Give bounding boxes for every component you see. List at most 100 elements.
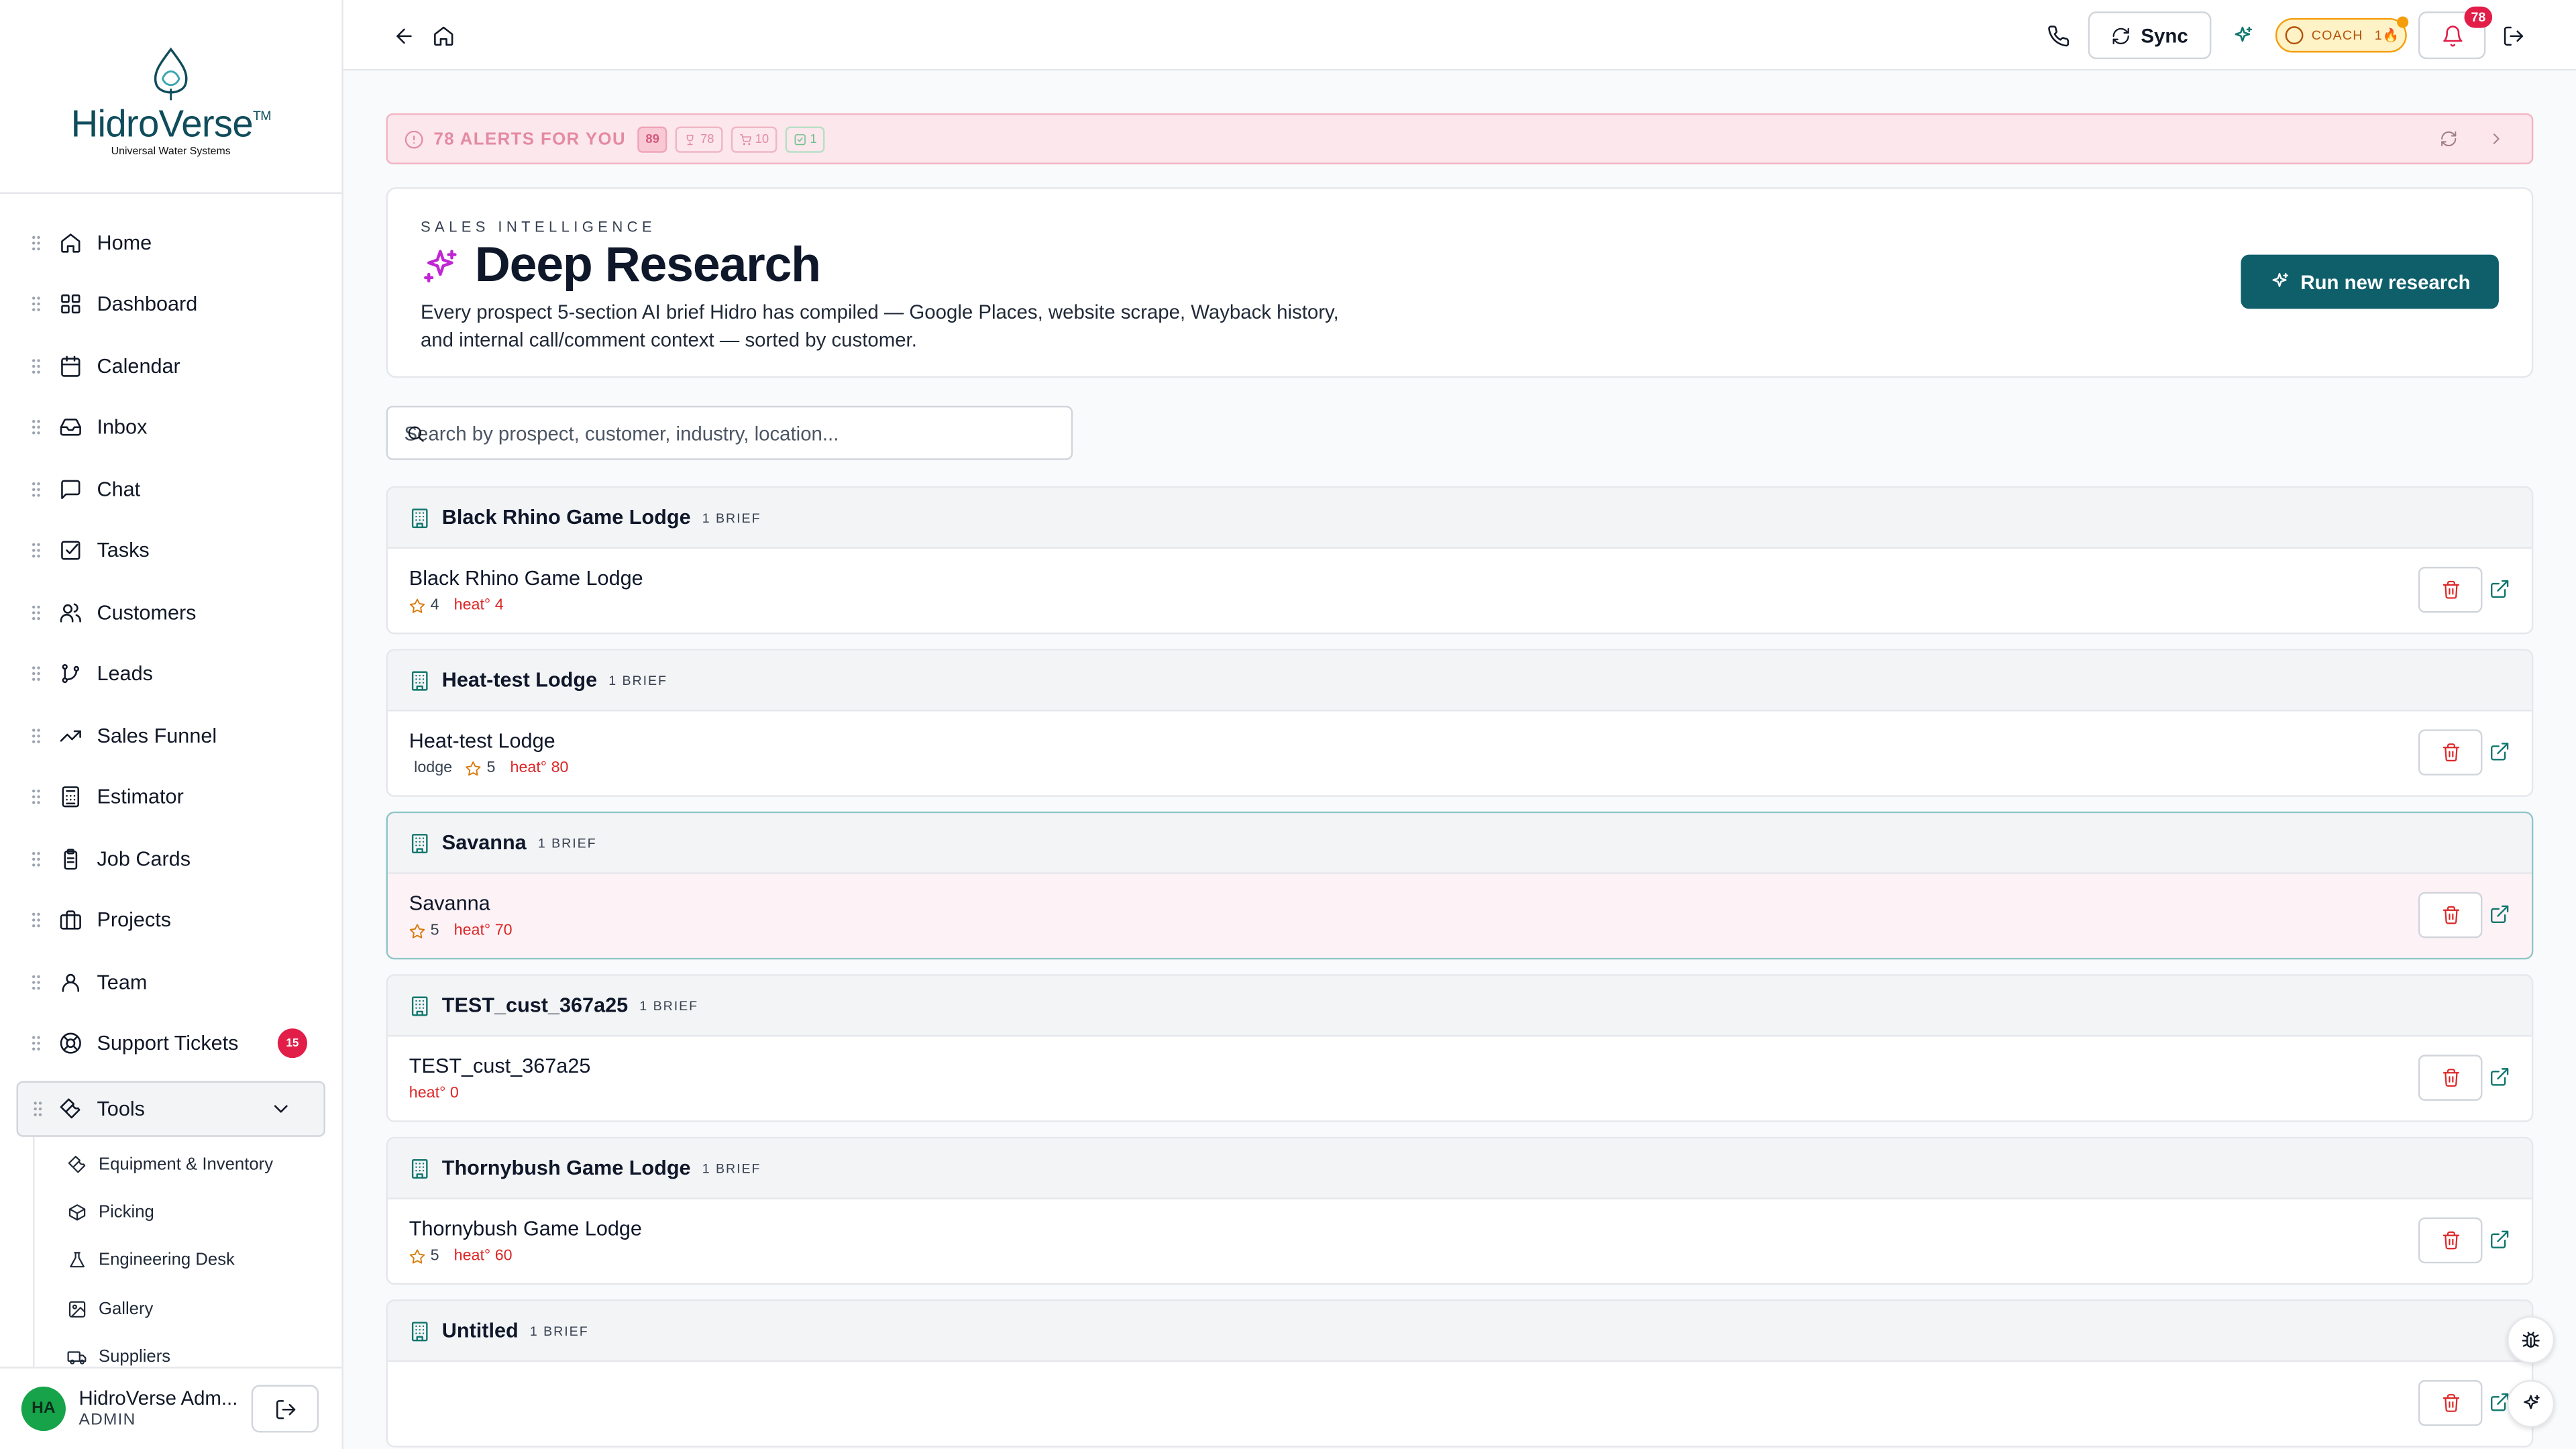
run-new-research-label: Run new research — [2300, 270, 2471, 294]
drag-handle-icon[interactable] — [33, 1101, 43, 1117]
avatar[interactable]: HA — [21, 1386, 66, 1432]
open-brief-link[interactable] — [2489, 578, 2510, 600]
open-brief-link[interactable] — [2489, 1066, 2510, 1087]
open-brief-link[interactable] — [2489, 741, 2510, 762]
heat-score: heat° 80 — [510, 759, 569, 777]
chevron-right-icon[interactable] — [2487, 129, 2506, 148]
sidebar-subitem-engineering-desk[interactable]: Engineering Desk — [34, 1237, 341, 1285]
drag-handle-icon[interactable] — [32, 665, 42, 682]
building-icon — [411, 670, 428, 690]
bug-report-button[interactable] — [2507, 1316, 2555, 1364]
sidebar-item-home[interactable]: Home — [0, 212, 341, 274]
research-brief-row[interactable]: TEST_cust_367a25 heat° 0 — [388, 1036, 2532, 1120]
notifications-button[interactable]: 78 — [2418, 6, 2493, 60]
home-button[interactable] — [427, 0, 460, 70]
ai-helper-button[interactable] — [2507, 1380, 2555, 1428]
logout-button[interactable] — [251, 1385, 319, 1433]
customer-name: Heat-test Lodge — [441, 668, 598, 692]
sidebar-item-leads[interactable]: Leads — [0, 643, 341, 705]
delete-brief-button[interactable] — [2418, 892, 2483, 938]
research-brief-row[interactable] — [388, 1362, 2532, 1446]
run-new-research-button[interactable]: Run new research — [2241, 254, 2499, 309]
open-brief-link[interactable] — [2489, 904, 2510, 925]
sidebar-item-tasks[interactable]: Tasks — [0, 520, 341, 582]
sidebar-item-calendar[interactable]: Calendar — [0, 335, 341, 397]
delete-brief-button[interactable] — [2418, 1380, 2483, 1426]
sidebar-item-label: Chat — [97, 478, 141, 501]
drag-handle-icon[interactable] — [32, 481, 42, 497]
drag-handle-icon[interactable] — [32, 235, 42, 251]
drag-handle-icon[interactable] — [32, 604, 42, 621]
trash-icon — [2442, 1394, 2459, 1412]
branch-icon — [62, 664, 80, 684]
sidebar-item-tools[interactable]: Tools — [16, 1081, 325, 1137]
ai-assistant-button[interactable] — [2226, 0, 2259, 70]
sidebar-item-inbox[interactable]: Inbox — [0, 396, 341, 458]
sidebar-item-label: Job Cards — [97, 847, 191, 871]
customer-group-header[interactable]: Black Rhino Game Lodge 1 BRIEF — [387, 488, 2532, 549]
sidebar-item-projects[interactable]: Projects — [0, 890, 341, 951]
brief-count: 1 BRIEF — [639, 998, 699, 1013]
sidebar-item-label: Home — [97, 231, 152, 254]
sidebar-item-estimator[interactable]: Estimator — [0, 766, 341, 828]
delete-brief-button[interactable] — [2418, 729, 2483, 775]
refresh-icon[interactable] — [2440, 129, 2458, 148]
drag-handle-icon[interactable] — [32, 912, 42, 928]
customer-group-header[interactable]: Savanna 1 BRIEF — [387, 813, 2532, 874]
research-brief-row[interactable]: Thornybush Game Lodge 5 heat° 60 — [388, 1199, 2532, 1283]
prospect-name: Thornybush Game Lodge — [409, 1217, 642, 1240]
research-brief-row[interactable]: Black Rhino Game Lodge 4 heat° 4 — [388, 549, 2532, 633]
sidebar-item-support-tickets[interactable]: Support Tickets 15 — [0, 1013, 341, 1075]
drag-handle-icon[interactable] — [32, 789, 42, 805]
sidebar-item-job-cards[interactable]: Job Cards — [0, 828, 341, 890]
open-brief-link[interactable] — [2489, 1229, 2510, 1250]
sidebar-item-dashboard[interactable]: Dashboard — [0, 274, 341, 335]
drag-handle-icon[interactable] — [32, 296, 42, 312]
sidebar-item-chat[interactable]: Chat — [0, 458, 341, 520]
building-icon — [411, 1321, 428, 1341]
research-brief-row[interactable]: Heat-test Lodge lodge 5 heat° 80 — [388, 711, 2532, 795]
sidebar-subitem-equipment-inventory[interactable]: Equipment & Inventory — [34, 1140, 341, 1189]
customer-group-header[interactable]: Heat-test Lodge 1 BRIEF — [387, 650, 2532, 712]
briefcase-icon — [60, 910, 81, 930]
exit-button[interactable] — [2497, 0, 2530, 70]
drag-handle-icon[interactable] — [32, 974, 42, 990]
brief-meta: 5 heat° 60 — [409, 1247, 2532, 1265]
customer-group-header[interactable]: Untitled 1 BRIEF — [387, 1301, 2532, 1362]
drag-handle-icon[interactable] — [32, 543, 42, 559]
sidebar-item-customers[interactable]: Customers — [0, 582, 341, 643]
brand-logo[interactable]: HidroVerseTM Universal Water Systems — [0, 0, 342, 194]
drag-handle-icon[interactable] — [32, 727, 42, 743]
brief-count: 1 BRIEF — [702, 1161, 761, 1176]
coach-badge[interactable]: COACH 1🔥 — [2275, 16, 2409, 53]
sidebar-item-team[interactable]: Team — [0, 951, 341, 1013]
delete-brief-button[interactable] — [2418, 1055, 2483, 1101]
drag-handle-icon[interactable] — [32, 1035, 42, 1051]
customer-group-header[interactable]: Thornybush Game Lodge 1 BRIEF — [387, 1138, 2532, 1199]
user-panel: HA HidroVerse Adm... ADMIN — [0, 1366, 342, 1449]
wrench-icon — [68, 1155, 86, 1173]
drag-handle-icon[interactable] — [32, 851, 42, 867]
sidebar-subitem-picking[interactable]: Picking — [34, 1189, 341, 1237]
sidebar-item-label: Tools — [97, 1097, 145, 1121]
brief-meta: lodge 5 heat° 80 — [409, 759, 2532, 777]
sidebar-subitem-gallery[interactable]: Gallery — [34, 1285, 341, 1334]
industry-tag: lodge — [414, 759, 453, 777]
research-brief-row[interactable]: Savanna 5 heat° 70 — [387, 873, 2532, 958]
building-icon — [411, 507, 428, 527]
flask-icon — [70, 1252, 85, 1269]
alerts-banner[interactable]: 78 ALERTS FOR YOU 89 78 10 1 — [386, 113, 2534, 164]
delete-brief-button[interactable] — [2418, 566, 2483, 613]
page-title-text: Deep Research — [474, 238, 821, 292]
sync-button[interactable]: Sync — [2088, 11, 2212, 60]
drag-handle-icon[interactable] — [32, 358, 42, 374]
sidebar-item-sales-funnel[interactable]: Sales Funnel — [0, 705, 341, 767]
search-input[interactable] — [404, 407, 1062, 459]
delete-brief-button[interactable] — [2418, 1217, 2483, 1264]
external-link-icon — [2491, 1230, 2509, 1248]
customer-group-header[interactable]: TEST_cust_367a25 1 BRIEF — [387, 975, 2532, 1037]
trash-icon — [2442, 743, 2459, 761]
phone-button[interactable] — [2042, 0, 2075, 70]
drag-handle-icon[interactable] — [32, 419, 42, 435]
back-button[interactable] — [388, 0, 421, 70]
